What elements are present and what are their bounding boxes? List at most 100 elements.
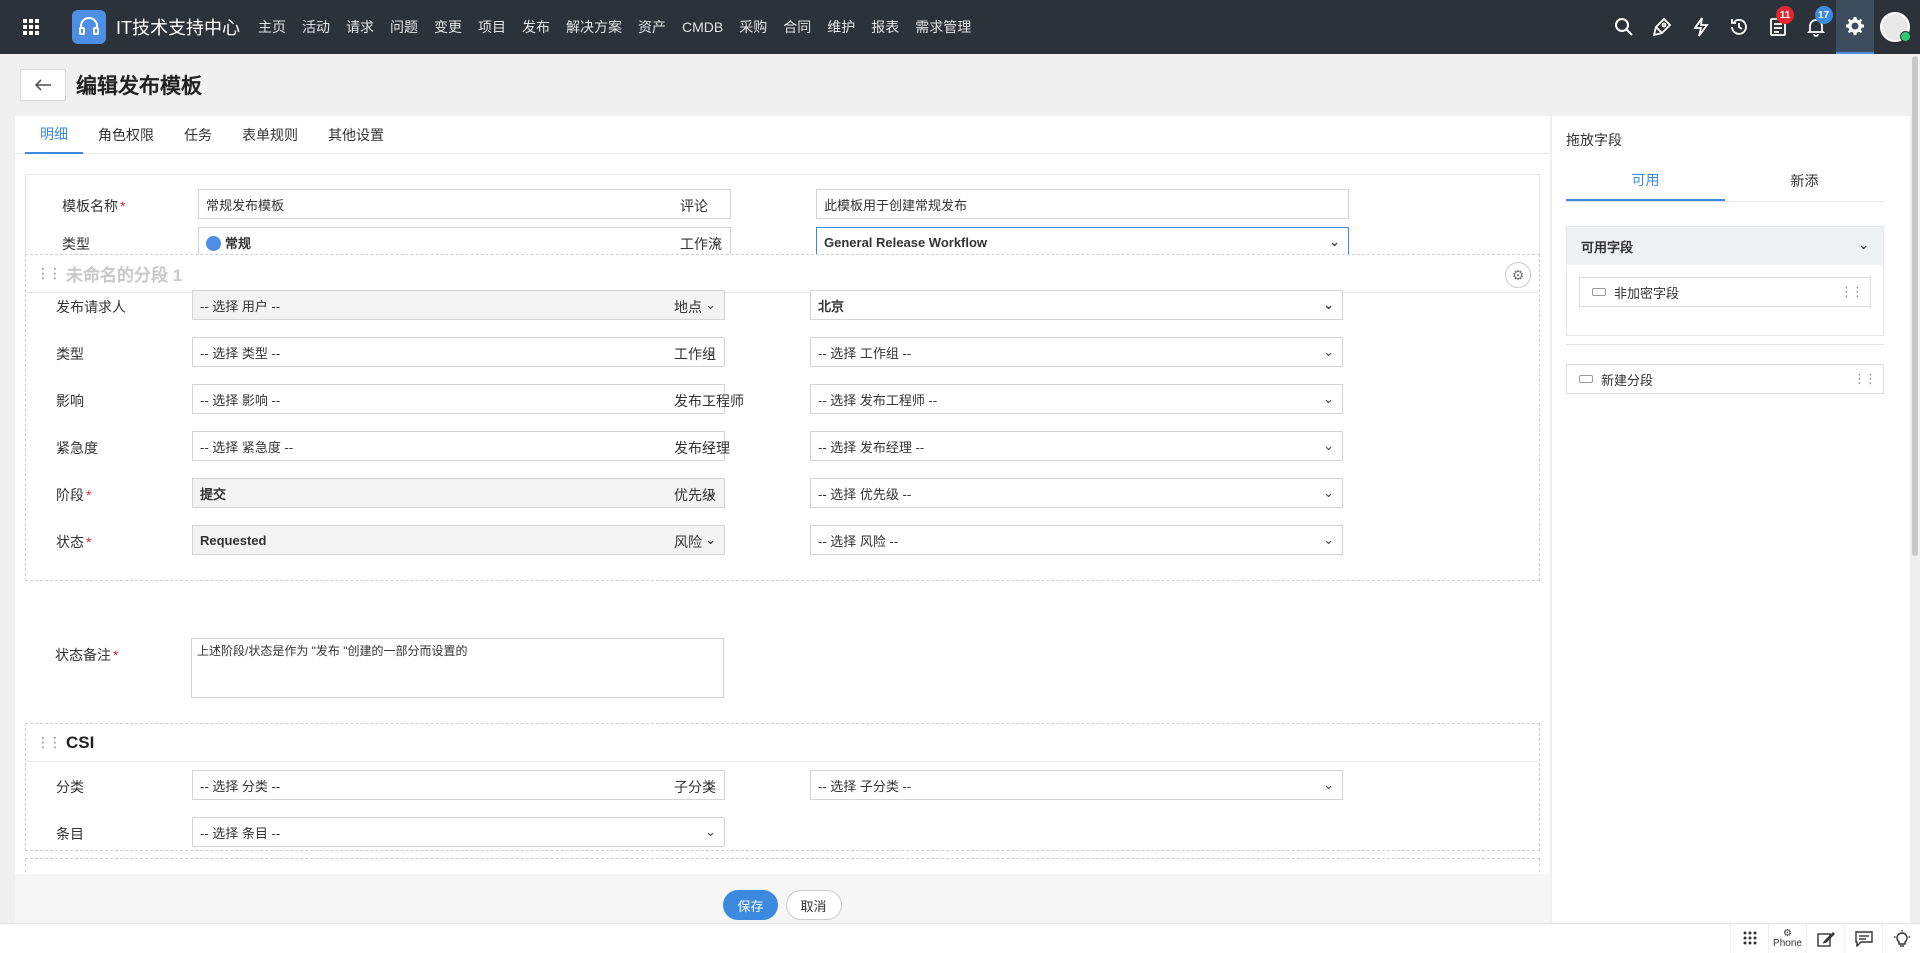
dialpad-icon[interactable] (1730, 924, 1768, 953)
nav-item-activity[interactable]: 活动 (294, 0, 338, 54)
tasks-icon[interactable]: 11 (1759, 0, 1798, 54)
site-select[interactable]: 北京 ⌄ (810, 290, 1343, 320)
field-chip-label: 非加密字段 (1614, 285, 1680, 301)
nav-item-contracts[interactable]: 合同 (775, 0, 819, 54)
sidebar-divider (1566, 344, 1884, 345)
section-icon (1579, 375, 1593, 383)
nav-item-purchase[interactable]: 采购 (731, 0, 775, 54)
bell-icon[interactable]: 17 (1797, 0, 1836, 54)
item-select[interactable]: -- 选择 条目 -- ⌄ (192, 817, 725, 847)
page-scrollbar[interactable] (1910, 54, 1920, 923)
section-title[interactable]: 未命名的分段 1 (66, 261, 182, 286)
template-name-label: 模板名称 * (62, 198, 126, 214)
unencrypted-field-chip[interactable]: 非加密字段 ⋮⋮ (1579, 277, 1871, 307)
nav-item-projects[interactable]: 项目 (470, 0, 514, 54)
nav-item-releases[interactable]: 发布 (514, 0, 558, 54)
sidebar-tabs: 可用 新添 (1566, 160, 1884, 202)
notifications-badge: 17 (1814, 6, 1833, 24)
tab-available[interactable]: 可用 (1566, 160, 1725, 201)
save-button[interactable]: 保存 (723, 890, 778, 920)
field-icon (1592, 288, 1606, 296)
tab-new[interactable]: 新添 (1725, 160, 1884, 201)
nav-item-changes[interactable]: 变更 (426, 0, 470, 54)
headset-logo-icon (72, 10, 106, 44)
nav-item-demand-management[interactable]: 需求管理 (907, 0, 979, 54)
editor-tabs: 明细 角色权限 任务 表单规则 其他设置 (15, 116, 1550, 154)
release-type-select[interactable]: -- 选择 类型 -- ⌄ (192, 337, 725, 367)
drag-handle-icon[interactable]: ⋮⋮ (36, 734, 62, 751)
template-name-input[interactable]: 常规发布模板 (198, 189, 731, 219)
type-select[interactable]: 常规 ⌄ (198, 227, 731, 257)
group-select[interactable]: -- 选择 工作组 -- ⌄ (810, 337, 1343, 367)
available-fields-header[interactable]: 可用字段 ⌄ (1567, 227, 1883, 265)
release-manager-select[interactable]: -- 选择 发布经理 -- ⌄ (810, 431, 1343, 461)
field-label: 发布工程师 (674, 393, 744, 409)
search-icon[interactable] (1605, 0, 1644, 54)
sidebar-title: 拖放字段 (1566, 132, 1622, 148)
category-label: 分类 (56, 779, 84, 795)
tasks-badge: 11 (1776, 6, 1794, 24)
top-icon-group: 11 17 (1605, 0, 1920, 54)
tab-form-rules[interactable]: 表单规则 (227, 116, 313, 154)
nav-item-maintenance[interactable]: 维护 (819, 0, 863, 54)
nav-item-assets[interactable]: 资产 (630, 0, 674, 54)
history-icon[interactable] (1720, 0, 1759, 54)
section-settings-icon[interactable]: ⚙ (1505, 262, 1531, 288)
release-engineer-select[interactable]: -- 选择 发布工程师 -- ⌄ (810, 384, 1343, 414)
workflow-select-value: General Release Workflow (824, 234, 988, 250)
lightning-icon[interactable] (1682, 0, 1721, 54)
nav-item-reports[interactable]: 报表 (863, 0, 907, 54)
stage-select[interactable]: 提交 ⌄ (192, 478, 725, 508)
user-avatar[interactable] (1880, 12, 1911, 42)
tab-other-settings[interactable]: 其他设置 (313, 116, 399, 154)
nav-item-solutions[interactable]: 解决方案 (558, 0, 630, 54)
workflow-select[interactable]: General Release Workflow ⌄ (816, 227, 1349, 257)
drag-handle-icon[interactable]: ⋮⋮ (36, 265, 62, 282)
chat-icon[interactable] (1844, 924, 1882, 953)
nav-item-problems[interactable]: 问题 (382, 0, 426, 54)
status-select[interactable]: Requested ⌄ (192, 525, 725, 555)
field-label: 类型 (56, 346, 84, 362)
bottom-status-bar: ⚙ Phone (0, 923, 1920, 953)
tab-tasks[interactable]: 任务 (169, 116, 227, 154)
field-label: 紧急度 (56, 440, 98, 456)
status-note-label: 状态备注 * (55, 647, 119, 663)
select-value: 北京 (818, 298, 845, 314)
lightbulb-icon[interactable] (1882, 924, 1920, 953)
chevron-down-icon: ⌄ (1323, 438, 1334, 453)
section-title[interactable]: CSI (66, 733, 94, 753)
priority-select[interactable]: -- 选择 优先级 -- ⌄ (810, 478, 1343, 508)
select-value: -- 选择 优先级 -- (818, 486, 912, 502)
category-select[interactable]: -- 选择 分类 -- ⌄ (192, 770, 725, 800)
field-label: 状态 * (56, 534, 92, 550)
subcategory-select[interactable]: -- 选择 子分类 -- ⌄ (810, 770, 1343, 800)
edit-note-icon[interactable] (1806, 924, 1844, 953)
new-section-chip[interactable]: 新建分段 ⋮⋮ (1566, 364, 1884, 394)
tab-role-permissions[interactable]: 角色权限 (83, 116, 169, 154)
impact-select[interactable]: -- 选择 影响 -- ⌄ (192, 384, 725, 414)
comment-input[interactable]: 此模板用于创建常规发布 (816, 189, 1349, 219)
risk-select[interactable]: -- 选择 风险 -- ⌄ (810, 525, 1343, 555)
status-note-row: 状态备注 * 上述阶段/状态是作为 "发布 "创建的一部分而设置的 (25, 638, 1540, 698)
nav-item-home[interactable]: 主页 (250, 0, 294, 54)
chevron-down-icon: ⌄ (1323, 532, 1334, 547)
rocket-icon[interactable] (1643, 0, 1682, 54)
nav-item-requests[interactable]: 请求 (338, 0, 382, 54)
settings-icon[interactable] (1835, 0, 1874, 54)
phone-settings-button[interactable]: ⚙ Phone (1768, 924, 1806, 953)
field-label: 优先级 (674, 487, 716, 503)
scrollbar-thumb[interactable] (1912, 56, 1918, 556)
nav-item-cmdb[interactable]: CMDB (674, 0, 731, 54)
app-launcher-icon[interactable] (0, 0, 62, 54)
status-note-textarea[interactable]: 上述阶段/状态是作为 "发布 "创建的一部分而设置的 (191, 638, 724, 698)
select-value: -- 选择 影响 -- (200, 392, 281, 408)
back-arrow-icon[interactable] (20, 69, 66, 101)
select-value: -- 选择 发布工程师 -- (818, 392, 938, 408)
item-label: 条目 (56, 826, 84, 842)
urgency-select[interactable]: -- 选择 紧急度 -- ⌄ (192, 431, 725, 461)
tab-details[interactable]: 明细 (25, 116, 83, 154)
template-editor-panel: 明细 角色权限 任务 表单规则 其他设置 模板名称 * 常规发布模板 评论 此模板… (15, 116, 1550, 874)
cancel-button[interactable]: 取消 (785, 890, 842, 920)
release-requester-select[interactable]: -- 选择 用户 -- ⌄ (192, 290, 725, 320)
drag-handle-icon: ⋮⋮ (1853, 371, 1877, 386)
